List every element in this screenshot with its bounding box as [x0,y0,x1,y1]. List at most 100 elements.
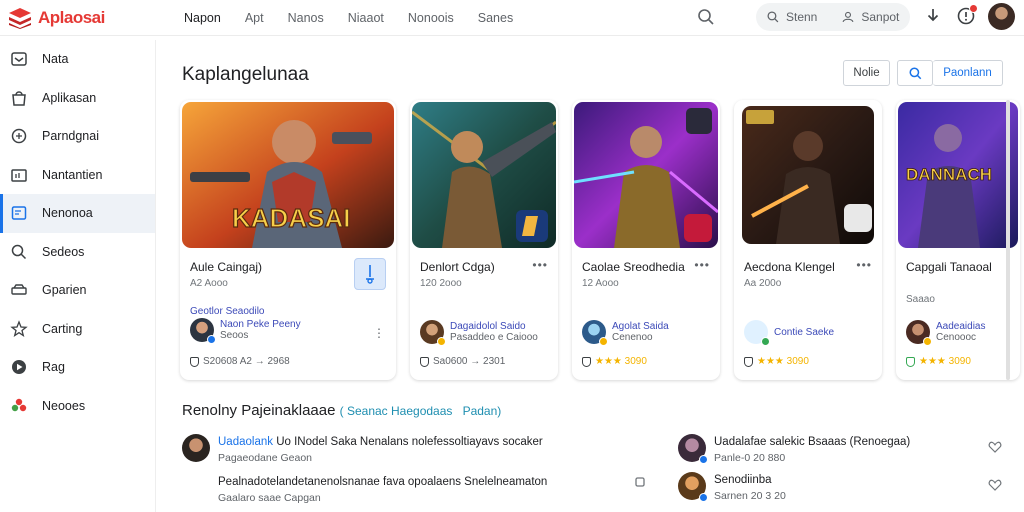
developer-row: Agolat Saida Cenenoo [582,320,669,346]
developer-name[interactable]: Aadeaidias [936,321,985,332]
review-meta: Pagaeodane Geaon [218,452,313,464]
reviewer-name[interactable]: Uadaolank [218,436,273,448]
reviewer-avatar[interactable] [678,434,708,464]
nav-item[interactable]: Napon [184,11,221,25]
rating-text: Sa0600 → 2301 [433,356,506,367]
nav-item[interactable]: Niaaot [348,11,384,25]
rating-row: S20608 A2 → 2968 [190,356,290,367]
shield-icon [906,356,915,367]
signin-button[interactable]: Sanpot [831,10,899,24]
developer-name[interactable]: Dagaidolol Saido [450,321,538,332]
shield-icon [190,356,199,367]
section-search-button[interactable] [897,60,933,86]
developer-name[interactable]: Naon Peke Peeny [220,319,301,330]
search-icon [11,244,27,259]
review-item[interactable]: Uadaolank Uo INodel Saka Nenalans nolefe… [182,434,622,466]
verified-badge-icon [207,335,216,344]
heart-icon[interactable] [988,440,1002,454]
more-options-icon[interactable]: ••• [532,258,548,272]
sidebar-item-sedeos[interactable]: Sedeos [0,233,155,272]
copy-icon[interactable] [634,476,648,490]
app-art [412,102,556,248]
sidebar-item-label: Gparien [42,283,87,298]
verified-badge-icon [761,337,770,346]
sidebar-item-aplikasan[interactable]: Aplikasan [0,79,155,118]
rating-row: ★★★ 3090 [744,356,809,367]
app-art-text: KADASAI [232,203,350,233]
more-options-icon[interactable]: ••• [694,258,710,272]
sidebar-item-gparien[interactable]: Gparien [0,271,155,310]
sidebar-item-neooes[interactable]: Neooes [0,387,155,426]
review-meta: Gaalaro saae Capgan [218,492,321,504]
app-meta: A2 Aooo [190,278,228,289]
news-button[interactable]: Nolie [843,60,890,86]
nav-item[interactable]: Nonoois [408,11,454,25]
flower-icon [11,398,27,411]
search-icon[interactable] [696,7,716,27]
developer-name[interactable]: Agolat Saida [612,321,669,332]
more-options-icon[interactable]: ••• [856,258,872,272]
sidebar-item-rag[interactable]: Rag [0,348,155,387]
rating-row: Sa0600 → 2301 [420,356,505,367]
developer-link[interactable]: Geotlor Seaodilo [190,306,265,317]
app-art: DANNACH [898,102,1018,248]
developer-sub: Seoos [220,330,249,341]
heart-icon[interactable] [988,478,1002,492]
reviewer-avatar[interactable] [182,434,210,462]
user-avatar[interactable] [988,3,1015,30]
inbox-icon [11,52,27,66]
app-card[interactable]: Caolae Sreodhedia ••• 12 Aooo Agolat Sai… [572,100,720,380]
nav-item[interactable]: Apt [245,11,264,25]
review-item[interactable]: Senodiinba Sarnen 20 3 20 [678,472,978,504]
sidebar: Nata Aplikasan Parndgnai Nantantien Neno… [0,40,156,512]
person-icon [842,11,854,23]
nav-item[interactable]: Nanos [288,11,324,25]
review-item[interactable]: Pealnadotelandetanenolsnanae fava opoala… [218,474,658,506]
search-icon [767,11,779,23]
rating-text: ★★★ 3090 [757,356,809,367]
download-icon[interactable] [923,6,943,26]
reviewer-avatar[interactable] [678,472,708,502]
verified-badge-icon [437,337,446,346]
reviews-filter-a[interactable]: Seanac Haegodaas [347,404,452,418]
sidebar-item-nata[interactable]: Nata [0,40,155,79]
shield-icon [744,356,753,367]
review-item[interactable]: Uadalafae salekic Bsaaas (Renoegaa) Panl… [678,434,978,466]
primary-button[interactable]: Paonlann [933,60,1003,86]
app-meta: 12 Aooo [582,278,619,289]
more-options-icon[interactable]: ⋮ [373,326,386,340]
sidebar-item-nantantien[interactable]: Nantantien [0,156,155,195]
sidebar-item-nenonoa[interactable]: Nenonoa [0,194,155,233]
sidebar-item-parndgnai[interactable]: Parndgnai [0,117,155,156]
developer-avatar[interactable] [582,320,608,346]
developer-avatar[interactable] [420,320,446,346]
nav-item[interactable]: Sanes [478,11,513,25]
app-card[interactable]: Denlort Cdga) ••• 120 2ooo Dagaidolol Sa… [410,100,558,380]
sidebar-item-carting[interactable]: Carting [0,310,155,349]
developer-avatar[interactable] [906,320,932,346]
gamepad-icon [11,129,27,144]
carousel-scrollbar[interactable] [1006,100,1010,380]
pin-button[interactable] [354,258,386,290]
car-icon [11,284,27,295]
developer-sub: Cenoooc [936,332,977,343]
search-icon [909,67,921,79]
app-art [574,102,718,248]
review-meta: Sarnen 20 3 20 [714,490,786,502]
verified-badge-icon [923,337,932,346]
pill-search-button[interactable]: Stenn [756,10,817,24]
star-icon [10,319,28,337]
app-card[interactable]: KADASAI Aule Caingaj) A2 Aooo Geotlor Se… [180,100,396,380]
app-card[interactable]: DANNACH Capgali Tanaoal Saaao Aadeaidias… [896,100,1020,380]
developer-name[interactable]: Contie Saeke [774,327,834,338]
sidebar-item-label: Rag [42,360,65,375]
app-card[interactable]: Aecdona Klengel ••• Aa 200o Contie Saeke… [734,100,882,380]
developer-avatar[interactable] [190,318,216,344]
developer-avatar[interactable] [744,320,770,346]
notifications-button[interactable] [956,4,978,26]
brand-logo[interactable]: Aplaosai [0,7,170,29]
app-title: Caolae Sreodhedia [582,260,685,274]
reviews-filter-b[interactable]: Padan) [463,404,502,418]
app-meta: Aa 200o [744,278,782,289]
verified-badge-icon [699,455,708,464]
